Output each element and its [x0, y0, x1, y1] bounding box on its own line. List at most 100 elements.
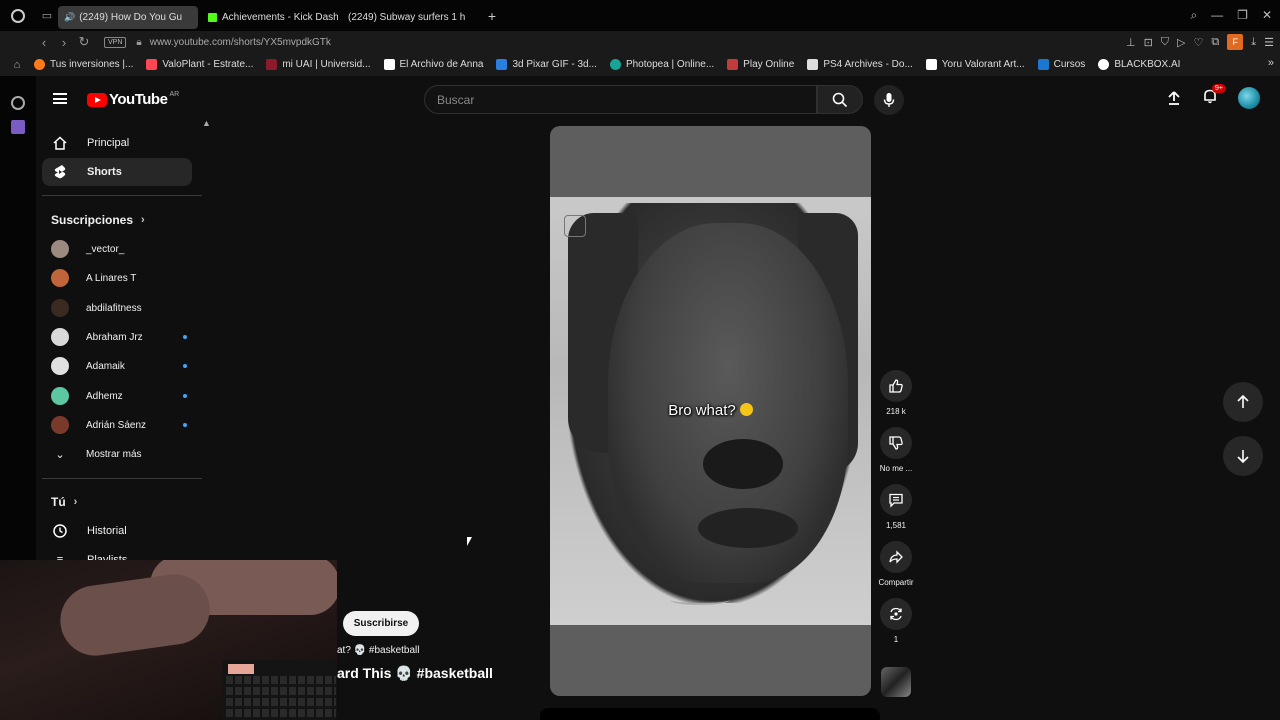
new-content-dot [183, 335, 187, 339]
bookmark-icon [1098, 59, 1110, 70]
dog-nose [703, 439, 783, 489]
search-input[interactable] [437, 92, 816, 107]
voice-search-button[interactable] [874, 85, 904, 115]
speaker-icon[interactable]: 🔊 [64, 12, 75, 23]
subscription-item[interactable]: Adamaik [51, 355, 187, 377]
browser-tab-2[interactable]: Achievements - Kick Dash [202, 6, 338, 29]
bookmark-item[interactable]: Photopea | Online... [609, 59, 714, 70]
next-short-preview[interactable] [540, 708, 880, 720]
browser-tab-bar: ▭ 🔊 (2249) How Do You Gu Achievements - … [0, 0, 1280, 84]
bookmark-item[interactable]: ValoPlant - Estrate... [146, 59, 253, 70]
pin-icon[interactable]: ⊥ [1126, 36, 1136, 49]
minimize-icon[interactable]: — [1211, 8, 1223, 23]
bookmark-item[interactable]: Yoru Valorant Art... [925, 59, 1025, 70]
like-button[interactable]: 218 k [874, 370, 918, 416]
arrow-down-icon [1237, 450, 1249, 463]
channel-thumbnail[interactable] [881, 667, 911, 697]
maximize-icon[interactable]: ❐ [1237, 8, 1248, 23]
menu-icon[interactable]: ☰ [1264, 36, 1274, 49]
bookmark-item[interactable]: Cursos [1037, 59, 1085, 70]
download-icon[interactable]: ⤓ [1251, 36, 1256, 49]
like-count: 218 k [886, 407, 906, 416]
guide-divider [42, 478, 202, 479]
bookmark-item[interactable]: BLACKBOX.AI [1098, 59, 1180, 70]
bookmark-icon [807, 59, 819, 70]
speed-dial-icon[interactable]: ⌂ [0, 59, 34, 71]
short-title[interactable]: ard This 💀 #basketball [337, 665, 493, 682]
share-button[interactable]: Compartir [874, 541, 918, 587]
subscriptions-header[interactable]: Suscripciones › [51, 213, 145, 227]
bookmark-item[interactable]: Tus inversiones |... [34, 59, 133, 70]
bookmark-item[interactable]: mi UAI | Universid... [266, 59, 371, 70]
back-icon[interactable]: ‹ [34, 35, 54, 50]
youtube-logo[interactable]: YouTube AR [87, 91, 179, 108]
chatgpt-icon[interactable] [11, 96, 25, 110]
reload-icon[interactable]: ↻ [74, 34, 94, 50]
channel-avatar [51, 416, 69, 434]
notifications-badge: 9+ [1212, 83, 1226, 93]
tab-islands-icon[interactable]: ▭ [36, 0, 58, 31]
shield-icon[interactable]: ⛉ [1161, 36, 1169, 49]
bookmark-item[interactable]: El Archivo de Anna [383, 59, 483, 70]
close-icon[interactable]: ✕ [1262, 8, 1272, 23]
new-content-dot [183, 423, 187, 427]
send-icon[interactable]: ▷ [1177, 36, 1185, 49]
opera-menu-icon[interactable] [0, 0, 36, 31]
snapshot-icon[interactable]: ⊡ [1144, 36, 1153, 49]
guide-item-home[interactable]: Principal [42, 129, 192, 157]
next-short-button[interactable] [1223, 436, 1263, 476]
watermark-logo [564, 215, 586, 237]
subscribe-button[interactable]: Suscribirse [343, 611, 419, 636]
you-header[interactable]: Tú › [51, 495, 77, 509]
subscription-item[interactable]: _vector_ [51, 238, 187, 260]
notifications-button[interactable]: 9+ [1202, 83, 1226, 109]
shorts-icon [52, 164, 68, 180]
bookmark-item[interactable]: 3d Pixar GIF - 3d... [496, 59, 597, 70]
more-bookmarks-icon[interactable]: » [1268, 57, 1274, 69]
remix-button[interactable]: 1 [874, 598, 918, 644]
lock-icon[interactable]: 🔒︎ [136, 37, 141, 48]
bookmark-icon [1037, 59, 1049, 70]
profile-button[interactable]: F [1227, 34, 1244, 50]
url-field[interactable]: www.youtube.com/shorts/YX5mvpdkGTk [150, 37, 331, 48]
show-more-button[interactable]: ⌄ Mostrar más [51, 443, 187, 465]
vpn-badge[interactable]: VPN [104, 36, 127, 48]
webcam-keyboard [222, 660, 337, 720]
forward-icon[interactable]: › [54, 35, 74, 50]
browser-tab-1[interactable]: 🔊 (2249) How Do You Gu [36, 6, 198, 84]
bookmark-icon [266, 59, 278, 70]
search-tabs-icon[interactable]: ⌕ [1190, 8, 1197, 23]
twitch-icon[interactable] [11, 120, 25, 134]
subscription-item[interactable]: Abraham Jrz [51, 326, 187, 348]
subscription-item[interactable]: abdilafitness [51, 297, 187, 319]
guide-item-history[interactable]: Historial [42, 517, 192, 545]
subscription-item[interactable]: A Linares T [51, 267, 187, 289]
bookmark-item[interactable]: Play Online [727, 59, 794, 70]
guide-scroll-up-icon[interactable]: ▲ [202, 118, 211, 128]
address-bar-actions: ⊥ ⊡ ⛉ ▷ ♡ ⧉ F ⤓ ☰ [1126, 34, 1274, 50]
comment-count: 1,581 [885, 521, 907, 530]
subscription-item[interactable]: Adhemz [51, 385, 187, 407]
new-tab-button[interactable]: + [482, 8, 502, 24]
bookmark-icon [383, 59, 395, 70]
comment-icon [889, 493, 903, 508]
extensions-icon[interactable]: ⧉ [1211, 36, 1219, 49]
shorts-player[interactable]: Bro what? [550, 126, 871, 696]
previous-short-button[interactable] [1223, 382, 1263, 422]
browser-tab-3[interactable]: (2249) Subway surfers 1 h [36, 6, 478, 84]
account-avatar[interactable] [1238, 87, 1260, 109]
remix-icon [890, 607, 902, 621]
bookmark-icon [496, 59, 508, 70]
guide-item-shorts[interactable]: Shorts [42, 158, 192, 186]
subscription-item[interactable]: Adrián Sáenz [51, 414, 187, 436]
heart-icon[interactable]: ♡ [1194, 36, 1204, 49]
bookmark-item[interactable]: PS4 Archives - Do... [807, 59, 913, 70]
bookmark-icon [727, 59, 739, 70]
share-label: Compartir [878, 578, 914, 587]
comments-button[interactable]: 1,581 [874, 484, 918, 530]
guide-menu-icon[interactable] [53, 93, 67, 104]
search-button[interactable] [817, 85, 863, 114]
dislike-button[interactable]: No me ... [874, 427, 918, 473]
upload-icon[interactable] [1166, 90, 1182, 106]
channel-avatar [51, 357, 69, 375]
